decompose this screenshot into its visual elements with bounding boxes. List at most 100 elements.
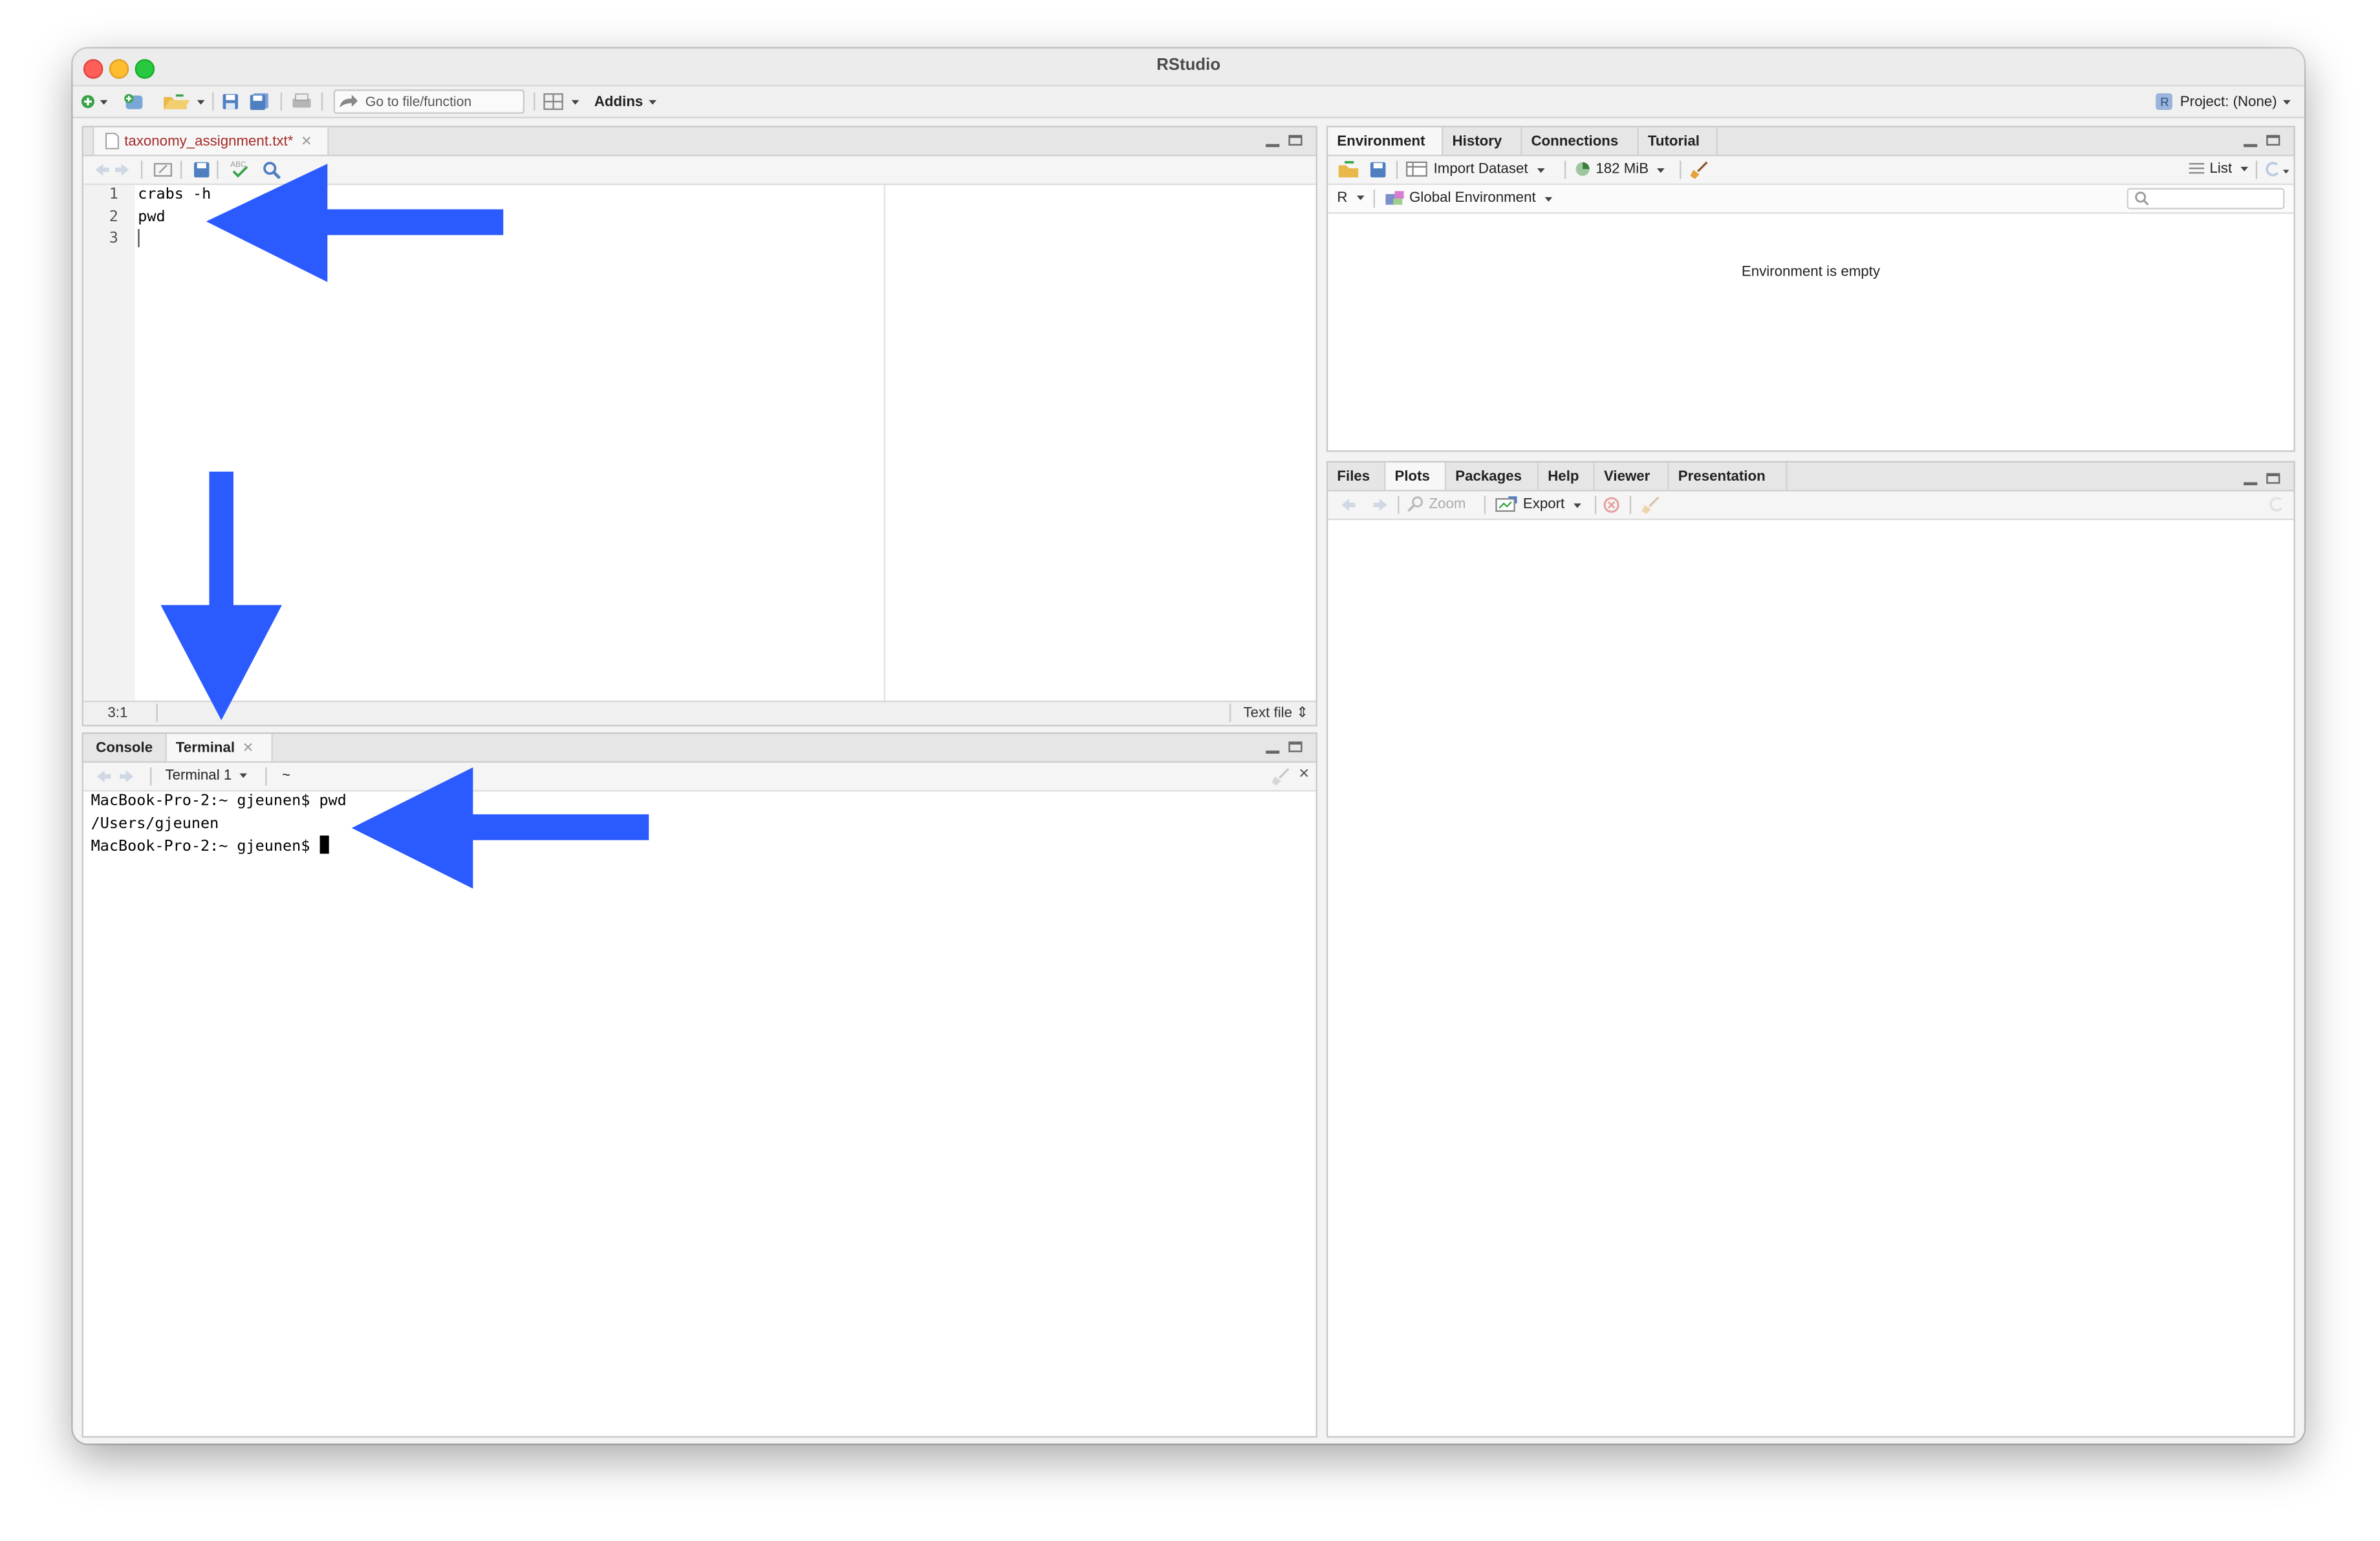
environment-selector[interactable]: Global Environment <box>1384 190 1555 206</box>
environment-pane: Environment History Connections Tutorial… <box>1326 126 2295 452</box>
print-icon <box>292 93 311 108</box>
show-in-window-icon[interactable] <box>153 160 175 179</box>
language-selector[interactable]: R <box>1337 190 1367 206</box>
close-terminal-icon[interactable]: ✕ <box>1299 766 1310 783</box>
terminal-cursor <box>319 835 329 854</box>
save-icon[interactable] <box>1369 160 1387 179</box>
terminal-line: MacBook-Pro-2:~ gjeunen$ <box>91 835 347 859</box>
maximize-pane-icon[interactable] <box>1288 741 1303 752</box>
maximize-pane-icon[interactable] <box>2266 135 2280 146</box>
env-tabbar: Environment History Connections Tutorial <box>1328 127 2294 157</box>
project-icon: R <box>2156 93 2173 110</box>
import-dataset-menu[interactable]: Import Dataset <box>1405 160 1547 177</box>
chevron-down-icon <box>1356 196 1364 201</box>
chevron-down-icon <box>1544 196 1552 201</box>
minimize-pane-icon[interactable] <box>1266 138 1280 148</box>
tab-tutorial[interactable]: Tutorial <box>1639 127 1718 155</box>
remove-plot-icon[interactable] <box>1603 496 1621 514</box>
export-menu[interactable]: Export <box>1495 496 1584 512</box>
tab-environment[interactable]: Environment <box>1328 127 1444 155</box>
minimize-pane-icon[interactable] <box>1266 745 1280 754</box>
close-tab-icon[interactable]: ✕ <box>243 739 254 756</box>
tab-plots[interactable]: Plots <box>1385 462 1447 490</box>
chevron-down-icon <box>2240 167 2249 173</box>
maximize-pane-icon[interactable] <box>2266 473 2280 484</box>
editor-file-tab[interactable]: taxonomy_assignment.txt* ✕ <box>92 127 329 155</box>
tab-help[interactable]: Help <box>1539 462 1595 490</box>
cursor-position: 3:1 <box>107 705 128 722</box>
tab-console[interactable]: Console <box>83 734 167 761</box>
terminal-output[interactable]: MacBook-Pro-2:~ gjeunen$ pwd /Users/gjeu… <box>91 792 347 859</box>
tab-viewer[interactable]: Viewer <box>1595 462 1669 490</box>
new-file-button[interactable] <box>80 91 111 113</box>
save-all-icon <box>250 93 268 110</box>
maximize-pane-icon[interactable] <box>1288 135 1303 146</box>
minimize-pane-icon[interactable] <box>2244 476 2258 486</box>
env-scope-bar: R Global Environment <box>1328 184 2294 214</box>
terminal-selector[interactable]: Terminal 1 <box>165 767 250 784</box>
save-button[interactable] <box>221 91 239 113</box>
addins-menu[interactable]: Addins <box>594 91 662 113</box>
refresh-icon[interactable] <box>2268 496 2286 514</box>
global-environment-label: Global Environment <box>1409 190 1536 206</box>
new-project-icon <box>124 94 143 109</box>
save-icon <box>222 94 239 109</box>
save-all-button[interactable] <box>248 91 270 113</box>
print-button[interactable] <box>291 91 312 113</box>
refresh-icon[interactable] <box>2262 160 2289 179</box>
tab-terminal-label: Terminal <box>175 739 235 756</box>
window-title: RStudio <box>1156 56 1221 74</box>
tab-connections[interactable]: Connections <box>1522 127 1639 155</box>
goto-file-input[interactable]: Go to file/function <box>333 89 525 114</box>
new-file-icon <box>81 94 108 109</box>
broom-icon[interactable] <box>1640 496 1661 514</box>
back-forward-icon[interactable] <box>92 767 138 785</box>
text-file-icon <box>105 133 119 149</box>
export-label: Export <box>1522 496 1565 513</box>
chevron-down-icon <box>2283 100 2291 105</box>
annotation-arrow-terminal <box>351 767 649 889</box>
files-plots-pane: Files Plots Packages Help Viewer Present… <box>1326 461 2295 1438</box>
broom-icon[interactable] <box>1270 767 1292 786</box>
minimize-pane-icon[interactable] <box>2244 138 2258 148</box>
broom-icon[interactable] <box>1689 160 1710 179</box>
memory-usage-menu[interactable]: 182 MiB <box>1574 160 1668 177</box>
line-number: 3 <box>109 230 118 248</box>
env-search-input[interactable] <box>2126 188 2285 210</box>
new-project-button[interactable] <box>122 91 149 113</box>
language-label: R <box>1337 190 1348 206</box>
table-icon <box>1406 161 1427 177</box>
open-file-button[interactable] <box>160 91 206 113</box>
editor-file-name: taxonomy_assignment.txt* <box>124 133 294 149</box>
text-cursor <box>138 228 140 248</box>
zoom-button[interactable]: Zoom <box>1407 496 1466 512</box>
tab-presentation[interactable]: Presentation <box>1669 462 1788 490</box>
goto-placeholder: Go to file/function <box>365 94 472 109</box>
view-mode-menu[interactable]: List <box>2187 160 2251 177</box>
annotation-arrow-down <box>160 471 282 721</box>
environment-icon <box>1385 191 1404 205</box>
load-workspace-icon[interactable] <box>1337 160 1361 179</box>
env-toolbar: Import Dataset 182 MiB List <box>1328 156 2294 185</box>
file-type-label: Text file <box>1243 705 1293 722</box>
tab-terminal[interactable]: Terminal ✕ <box>166 734 273 761</box>
back-forward-icon[interactable] <box>1337 496 1391 514</box>
svg-text:R: R <box>2160 95 2169 109</box>
back-forward-icon[interactable] <box>92 160 132 179</box>
open-folder-icon <box>164 94 205 109</box>
line-number-gutter: 1 2 3 <box>83 184 135 701</box>
project-menu[interactable]: R Project: (None) <box>2154 91 2295 113</box>
files-tabbar: Files Plots Packages Help Viewer Present… <box>1328 462 2294 492</box>
zoom-label: Zoom <box>1429 496 1466 513</box>
terminal-line: MacBook-Pro-2:~ gjeunen$ pwd <box>91 792 347 810</box>
tab-history[interactable]: History <box>1443 127 1522 155</box>
file-type-selector[interactable]: Text file ⇕ <box>1243 705 1308 722</box>
chevron-down-icon <box>1573 503 1581 508</box>
terminal-toolbar: Terminal 1 ~ ✕ <box>83 763 1316 792</box>
tab-files[interactable]: Files <box>1328 462 1386 490</box>
tab-packages[interactable]: Packages <box>1446 462 1539 490</box>
search-icon <box>2135 191 2149 206</box>
workspace-panes-button[interactable] <box>543 91 582 113</box>
close-tab-icon[interactable]: ✕ <box>301 133 312 149</box>
grid-icon <box>543 93 579 110</box>
